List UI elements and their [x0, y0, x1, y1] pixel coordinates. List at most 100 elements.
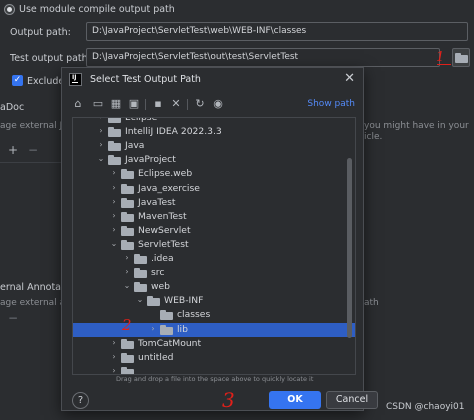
folder-icon — [108, 118, 121, 123]
chevron-right-icon[interactable]: › — [110, 352, 118, 361]
close-icon[interactable]: ✕ — [344, 71, 355, 86]
tree-node-label: ServletTest — [138, 238, 189, 250]
tree-node[interactable]: › NewServlet — [73, 224, 355, 238]
chevron-right-icon[interactable]: › — [123, 267, 131, 276]
tree-node[interactable]: › Eclipse.web — [73, 167, 355, 181]
help-button[interactable]: ? — [72, 392, 89, 409]
tree-node[interactable]: › Java — [73, 139, 355, 153]
refresh-icon[interactable]: ↻ — [194, 98, 206, 110]
csdn-watermark: CSDN @chaoyi01 — [386, 402, 465, 412]
tree-node[interactable]: ⌄ web — [73, 280, 355, 294]
external-annotations-hint: age external a — [0, 298, 66, 308]
tree-node-label: MavenTest — [138, 210, 187, 222]
cancel-button[interactable]: Cancel — [326, 391, 378, 409]
remove-annotation-button[interactable]: − — [8, 311, 18, 325]
exclude-label: Exclude — [27, 76, 65, 87]
tree-node[interactable]: › — [73, 365, 355, 374]
tree-node-label: classes — [177, 309, 211, 321]
tree-node[interactable]: › TomCatMount — [73, 337, 355, 351]
folder-icon — [134, 254, 147, 264]
browse-test-output-button[interactable] — [452, 48, 470, 67]
ok-button[interactable]: OK — [269, 391, 321, 409]
tree-node[interactable]: ⌄ JavaProject — [73, 153, 355, 167]
module-icon[interactable]: ▣ — [128, 98, 140, 110]
chevron-right-icon[interactable]: › — [110, 338, 118, 347]
chevron-down-icon[interactable]: ⌄ — [136, 295, 144, 304]
home-icon[interactable]: ⌂ — [72, 98, 84, 110]
test-output-path-field[interactable]: D:\JavaProject\ServletTest\out\test\Serv… — [86, 48, 440, 67]
chevron-down-icon[interactable]: ⌄ — [97, 154, 105, 163]
chevron-right-icon[interactable]: › — [110, 211, 118, 220]
chevron-right-icon[interactable]: › — [110, 225, 118, 234]
tree-node[interactable]: ⌄ ServletTest — [73, 238, 355, 252]
tree-node[interactable]: ⌄ WEB-INF — [73, 294, 355, 308]
drag-drop-hint: Drag and drop a file into the space abov… — [116, 375, 314, 383]
tree-node[interactable]: › src — [73, 266, 355, 280]
chevron-right-icon[interactable]: › — [110, 197, 118, 206]
delete-icon[interactable]: ✕ — [170, 98, 182, 110]
javadoc-header: aDoc — [0, 102, 25, 113]
intellij-logo-icon: IJ — [69, 73, 82, 86]
add-javadoc-button[interactable]: + — [8, 143, 18, 157]
dialog-title: Select Test Output Path — [90, 74, 201, 85]
show-path-link[interactable]: Show path — [307, 99, 355, 109]
folder-icon — [134, 268, 147, 279]
annotation-1: 1 — [436, 50, 445, 65]
chevron-down-icon[interactable]: ⌄ — [110, 239, 118, 248]
tree-node[interactable]: › .idea — [73, 252, 355, 266]
folder-icon — [121, 338, 134, 349]
chevron-right-icon[interactable]: › — [97, 140, 105, 149]
folder-icon — [134, 282, 147, 293]
folder-icon — [121, 352, 134, 363]
folder-icon — [121, 366, 134, 374]
tree-node-label: Java — [125, 140, 145, 152]
folder-icon — [121, 183, 134, 194]
folder-icon — [108, 141, 121, 152]
new-folder-icon[interactable]: ▪ — [152, 98, 164, 110]
use-module-output-label: Use module compile output path — [19, 4, 175, 15]
tree-node-label: JavaTest — [138, 196, 176, 208]
chevron-right-icon[interactable]: › — [97, 126, 105, 135]
divider — [0, 162, 61, 163]
folder-icon — [108, 127, 121, 138]
chevron-right-icon[interactable]: › — [123, 253, 131, 262]
annotation-1-underline — [437, 64, 451, 65]
tree-node-label: Eclipse.web — [138, 168, 193, 180]
tree-node-label: NewServlet — [138, 224, 191, 236]
tree-node[interactable]: › JavaTest — [73, 196, 355, 210]
show-hidden-icon[interactable]: ◉ — [212, 98, 224, 110]
exclude-checkbox[interactable]: ✓ — [12, 75, 23, 86]
chevron-right-icon[interactable]: › — [110, 168, 118, 177]
tree-node-label: JavaProject — [125, 154, 176, 166]
tree-node[interactable]: › lib — [73, 322, 355, 337]
file-tree[interactable]: › › untitled › TomCatMount › lib classes ⌄ WEB-IN… — [72, 117, 356, 375]
tree-node[interactable]: › IntelliJ IDEA 2022.3.3 — [73, 125, 355, 139]
folder-icon — [160, 324, 173, 335]
chevron-right-icon[interactable]: › — [110, 183, 118, 192]
toolbar-separator — [187, 99, 188, 110]
select-test-output-path-dialog: IJ Select Test Output Path ✕ ⌂ ▭ ▦ ▣ ▪ ✕… — [61, 67, 378, 411]
tree-scrollbar[interactable] — [347, 158, 352, 338]
chevron-right-icon[interactable]: › — [149, 324, 157, 333]
desktop-icon[interactable]: ▭ — [92, 98, 104, 110]
folder-icon — [121, 211, 134, 222]
tree-node[interactable]: › untitled — [73, 351, 355, 365]
tree-node-label: .idea — [151, 253, 174, 264]
chevron-right-icon[interactable]: › — [110, 366, 118, 374]
folder-icon — [121, 197, 134, 208]
folder-icon — [121, 225, 134, 236]
remove-javadoc-button[interactable]: − — [28, 143, 38, 157]
tree-node[interactable]: › Eclipse — [73, 118, 355, 125]
chevron-down-icon[interactable]: ⌄ — [123, 281, 131, 290]
folder-icon — [121, 169, 134, 180]
tree-node-label: IntelliJ IDEA 2022.3.3 — [125, 126, 222, 138]
tree-node-label: src — [151, 267, 165, 279]
use-module-output-radio[interactable] — [4, 4, 15, 15]
tree-node[interactable]: › Java_exercise — [73, 182, 355, 196]
tree-node-label: WEB-INF — [164, 295, 204, 307]
output-path-field[interactable]: D:\JavaProject\ServletTest\web\WEB-INF\c… — [86, 22, 468, 41]
tree-node[interactable]: › MavenTest — [73, 210, 355, 224]
project-icon[interactable]: ▦ — [110, 98, 122, 110]
chevron-right-icon[interactable]: › — [97, 118, 105, 121]
tree-node[interactable]: classes — [73, 308, 355, 322]
